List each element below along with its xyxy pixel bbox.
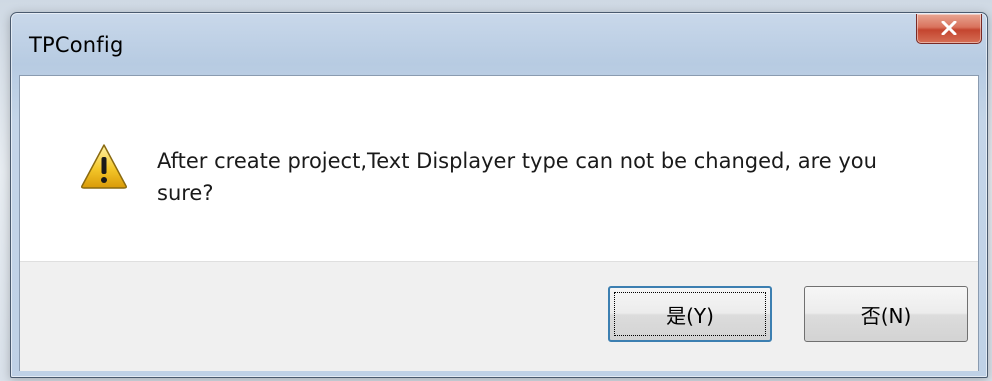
message-text: After create project,Text Displayer type… xyxy=(157,149,877,205)
close-icon xyxy=(941,21,957,35)
dialog-title: TPConfig xyxy=(29,33,124,57)
dialog-body: After create project,Text Displayer type… xyxy=(19,75,979,371)
yes-button[interactable]: 是(Y) xyxy=(608,286,772,342)
focus-indicator xyxy=(614,292,766,336)
title-bar[interactable]: TPConfig xyxy=(11,13,987,75)
message-dialog: TPConfig After create project,Text Displ… xyxy=(10,12,988,378)
message-area: After create project,Text Displayer type… xyxy=(20,76,978,261)
no-button-label: 否(N) xyxy=(860,303,912,328)
no-button[interactable]: 否(N) xyxy=(804,286,968,342)
warning-icon xyxy=(81,144,127,189)
button-bar: 是(Y) 否(N) xyxy=(20,261,978,371)
close-button[interactable] xyxy=(916,14,982,44)
